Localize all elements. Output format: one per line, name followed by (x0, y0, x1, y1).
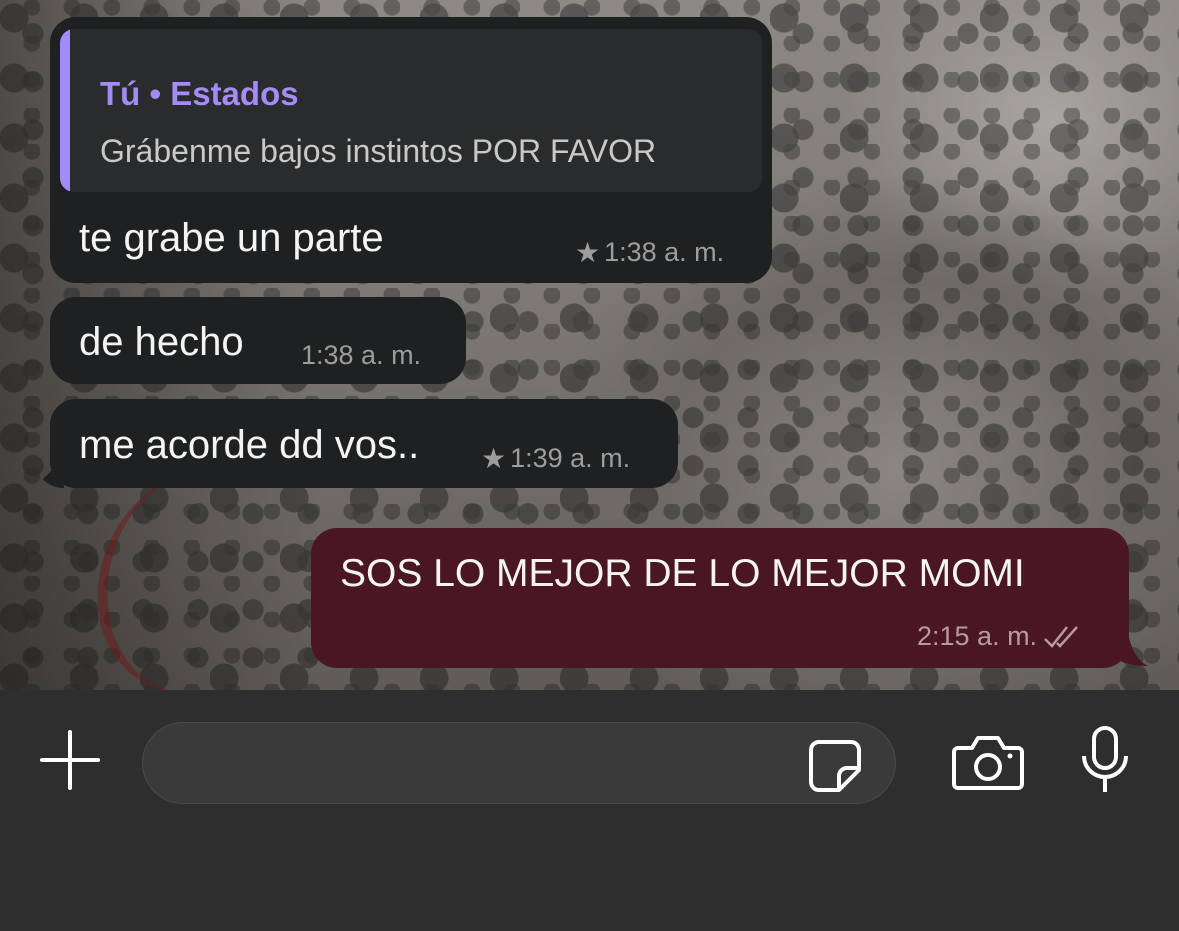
message-time: 1:39 a. m. (510, 443, 631, 473)
quote-author: Tú • Estados (100, 75, 299, 112)
message-meta: 2:15 a. m. (917, 621, 1083, 652)
quote-text: Grábenme bajos instintos POR FAVOR (100, 133, 657, 169)
plus-icon[interactable] (40, 730, 100, 790)
double-check-icon (1044, 625, 1079, 648)
incoming-message[interactable]: me acorde dd vos.. ★ 1:39 a. m. (50, 399, 678, 488)
message-time: 1:38 a. m. (301, 340, 422, 370)
bubble-tail (1110, 632, 1148, 666)
message-time: 2:15 a. m. (917, 621, 1038, 651)
message-text: SOS LO MEJOR DE LO MEJOR MOMI (340, 552, 1025, 595)
star-icon: ★ (575, 237, 601, 268)
sticker-icon[interactable] (807, 738, 863, 794)
message-text: de hecho (79, 320, 244, 364)
incoming-message[interactable]: de hecho 1:38 a. m. (50, 297, 466, 384)
message-meta: ★ 1:38 a. m. (575, 236, 724, 269)
message-time: 1:38 a. m. (604, 237, 725, 267)
message-meta: ★ 1:39 a. m. (481, 442, 630, 475)
outgoing-message[interactable]: SOS LO MEJOR DE LO MEJOR MOMI 2:15 a. m. (311, 528, 1129, 668)
message-text: te grabe un parte (79, 216, 384, 260)
incoming-message[interactable]: Tú • Estados Grábenme bajos instintos PO… (50, 17, 772, 283)
microphone-icon[interactable] (1078, 726, 1132, 796)
message-input-field[interactable] (173, 723, 797, 805)
message-text: me acorde dd vos.. (79, 423, 420, 467)
camera-icon[interactable] (952, 734, 1024, 790)
quote-accent-bar (60, 29, 70, 192)
message-meta: 1:38 a. m. (301, 340, 421, 371)
message-input[interactable] (142, 722, 896, 805)
quoted-status-reply[interactable]: Tú • Estados Grábenme bajos instintos PO… (60, 29, 762, 192)
star-icon: ★ (481, 443, 507, 474)
